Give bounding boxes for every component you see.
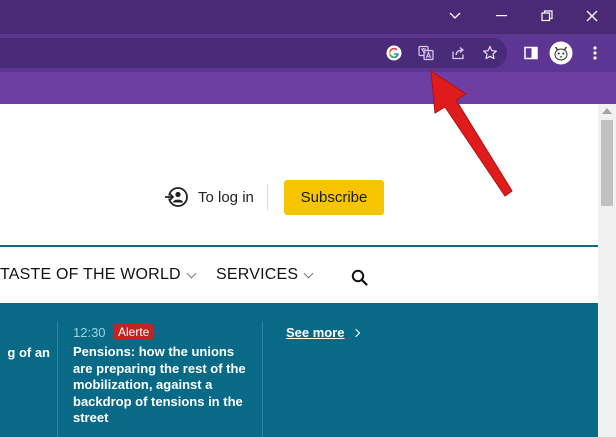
scroll-up-arrow-icon[interactable] — [602, 108, 612, 114]
translate-icon[interactable] — [415, 42, 437, 64]
live-news-feed: g of an 12:30 Alerte Pensions: how the u… — [0, 303, 598, 437]
scroll-thumb[interactable] — [601, 120, 613, 206]
share-icon[interactable] — [447, 42, 469, 64]
alert-badge: Alerte — [114, 324, 154, 340]
page-viewport: To log in Subscribe TASTE OF THE WORLD S… — [0, 104, 598, 437]
browser-titlebar — [0, 0, 616, 34]
header-divider — [267, 184, 268, 210]
nav-item-taste-of-the-world[interactable]: TASTE OF THE WORLD — [0, 266, 197, 284]
minimize-button[interactable] — [482, 4, 522, 28]
chevron-down-icon — [186, 268, 197, 278]
truncated-headline[interactable]: g of an — [0, 345, 50, 361]
google-icon[interactable] — [383, 42, 405, 64]
main-nav: TASTE OF THE WORLD SERVICES — [0, 247, 598, 303]
chevron-right-icon — [351, 328, 360, 337]
login-icon — [164, 187, 188, 207]
chevron-down-icon — [303, 268, 314, 278]
tab-search-chevron-icon[interactable] — [435, 4, 475, 28]
close-button[interactable] — [572, 4, 612, 28]
bookmark-star-icon[interactable] — [479, 42, 501, 64]
login-label: To log in — [198, 188, 254, 206]
nav-item-services[interactable]: SERVICES — [216, 266, 314, 284]
menu-icon[interactable] — [584, 42, 606, 64]
search-icon[interactable] — [351, 269, 368, 291]
side-panel-icon[interactable] — [520, 42, 542, 64]
feed-column-divider — [57, 321, 58, 437]
page-scrollbar[interactable] — [598, 104, 616, 437]
news-time: 12:30 — [73, 325, 106, 340]
see-more-link[interactable]: See more — [286, 325, 360, 340]
restore-button[interactable] — [527, 4, 567, 28]
login-link[interactable]: To log in — [164, 185, 254, 209]
subscribe-button[interactable]: Subscribe — [284, 180, 384, 215]
bookmarks-bar — [0, 72, 616, 104]
news-headline-link[interactable]: Pensions: how the unions are preparing t… — [73, 344, 253, 427]
feed-column-divider — [262, 321, 263, 437]
profile-avatar[interactable] — [549, 41, 573, 65]
